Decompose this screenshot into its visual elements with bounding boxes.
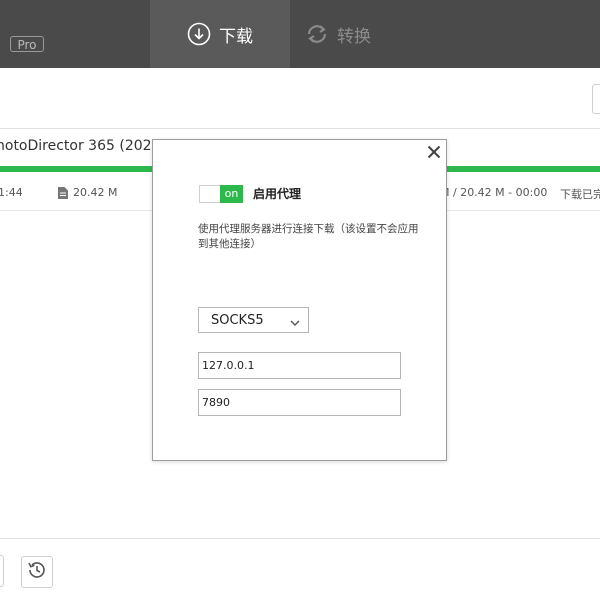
pro-badge: Pro (10, 36, 44, 52)
tab-convert[interactable]: 转换 (305, 0, 425, 68)
tab-download[interactable]: 下载 (150, 0, 290, 68)
proxy-protocol-value: SOCKS5 (211, 312, 264, 328)
convert-arrows-icon (305, 22, 329, 46)
proxy-host-input[interactable] (198, 352, 401, 379)
bottom-left-button[interactable] (0, 555, 4, 587)
download-circle-icon (187, 22, 211, 46)
proxy-toggle[interactable]: on (199, 185, 243, 203)
bottom-bar (0, 538, 600, 601)
proxy-port-input[interactable] (198, 389, 401, 416)
download-speed-info: M / 20.42 M - 00:00 (440, 186, 548, 199)
history-button[interactable] (21, 556, 53, 588)
close-icon (427, 144, 441, 163)
toolbar-search-box[interactable] (592, 84, 600, 114)
proxy-protocol-select[interactable]: SOCKS5 (198, 307, 309, 333)
proxy-toggle-knob: on (220, 185, 243, 203)
download-status: 下载已完 (560, 188, 600, 201)
file-icon (58, 186, 68, 199)
tab-convert-label: 转换 (337, 26, 371, 47)
download-time: 1:44 (0, 186, 23, 199)
proxy-toggle-label: 启用代理 (253, 187, 302, 201)
chevron-down-icon (290, 316, 300, 326)
close-button[interactable] (423, 142, 445, 164)
download-size: 20.42 M (58, 186, 117, 199)
download-title: notoDirector 365 (2021) - (0, 138, 176, 154)
proxy-dialog: on 启用代理 使用代理服务器进行连接下载（该设置不会应用到其他连接） SOCK… (152, 139, 447, 461)
toolbar (0, 68, 600, 129)
history-clock-icon (26, 559, 48, 585)
proxy-description: 使用代理服务器进行连接下载（该设置不会应用到其他连接） (198, 223, 419, 250)
top-header: Pro 下载 转换 (0, 0, 600, 68)
download-size-value: 20.42 M (73, 186, 118, 199)
tab-download-label: 下载 (219, 26, 253, 47)
